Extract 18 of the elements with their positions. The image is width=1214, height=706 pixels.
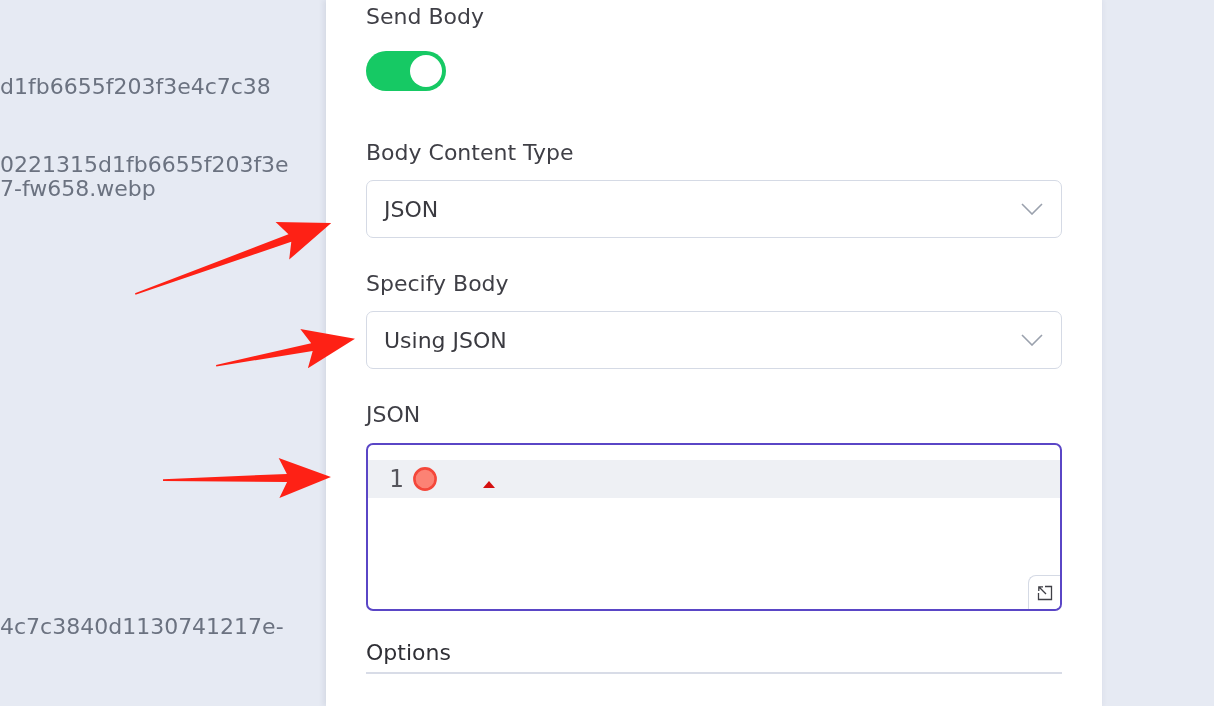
- code-editor[interactable]: 1: [366, 443, 1062, 611]
- chevron-down-icon: [1021, 334, 1043, 346]
- section-title: Options: [366, 641, 451, 665]
- field-label: Specify Body: [366, 272, 509, 296]
- dropdown[interactable]: JSON: [366, 180, 1062, 238]
- file-name-text: 0221315d1fb6655f203f3e 7-fw658.webp: [0, 153, 289, 201]
- line-number: 1: [389, 465, 404, 493]
- file-name-text: d1fb6655f203f3e4c7c38: [0, 75, 271, 99]
- dropdown[interactable]: Using JSON: [366, 311, 1062, 369]
- field-label: Body Content Type: [366, 141, 574, 165]
- toggle-switch[interactable]: [366, 51, 446, 91]
- field-label: Send Body: [366, 5, 484, 29]
- error-marker-icon: [483, 481, 496, 488]
- expand-icon: [1036, 584, 1053, 601]
- resize-handle[interactable]: [1028, 575, 1060, 609]
- field-label: JSON: [366, 403, 421, 427]
- file-name-text: 4c7c3840d1130741217e-: [0, 615, 284, 639]
- chevron-down-icon: [1021, 203, 1043, 215]
